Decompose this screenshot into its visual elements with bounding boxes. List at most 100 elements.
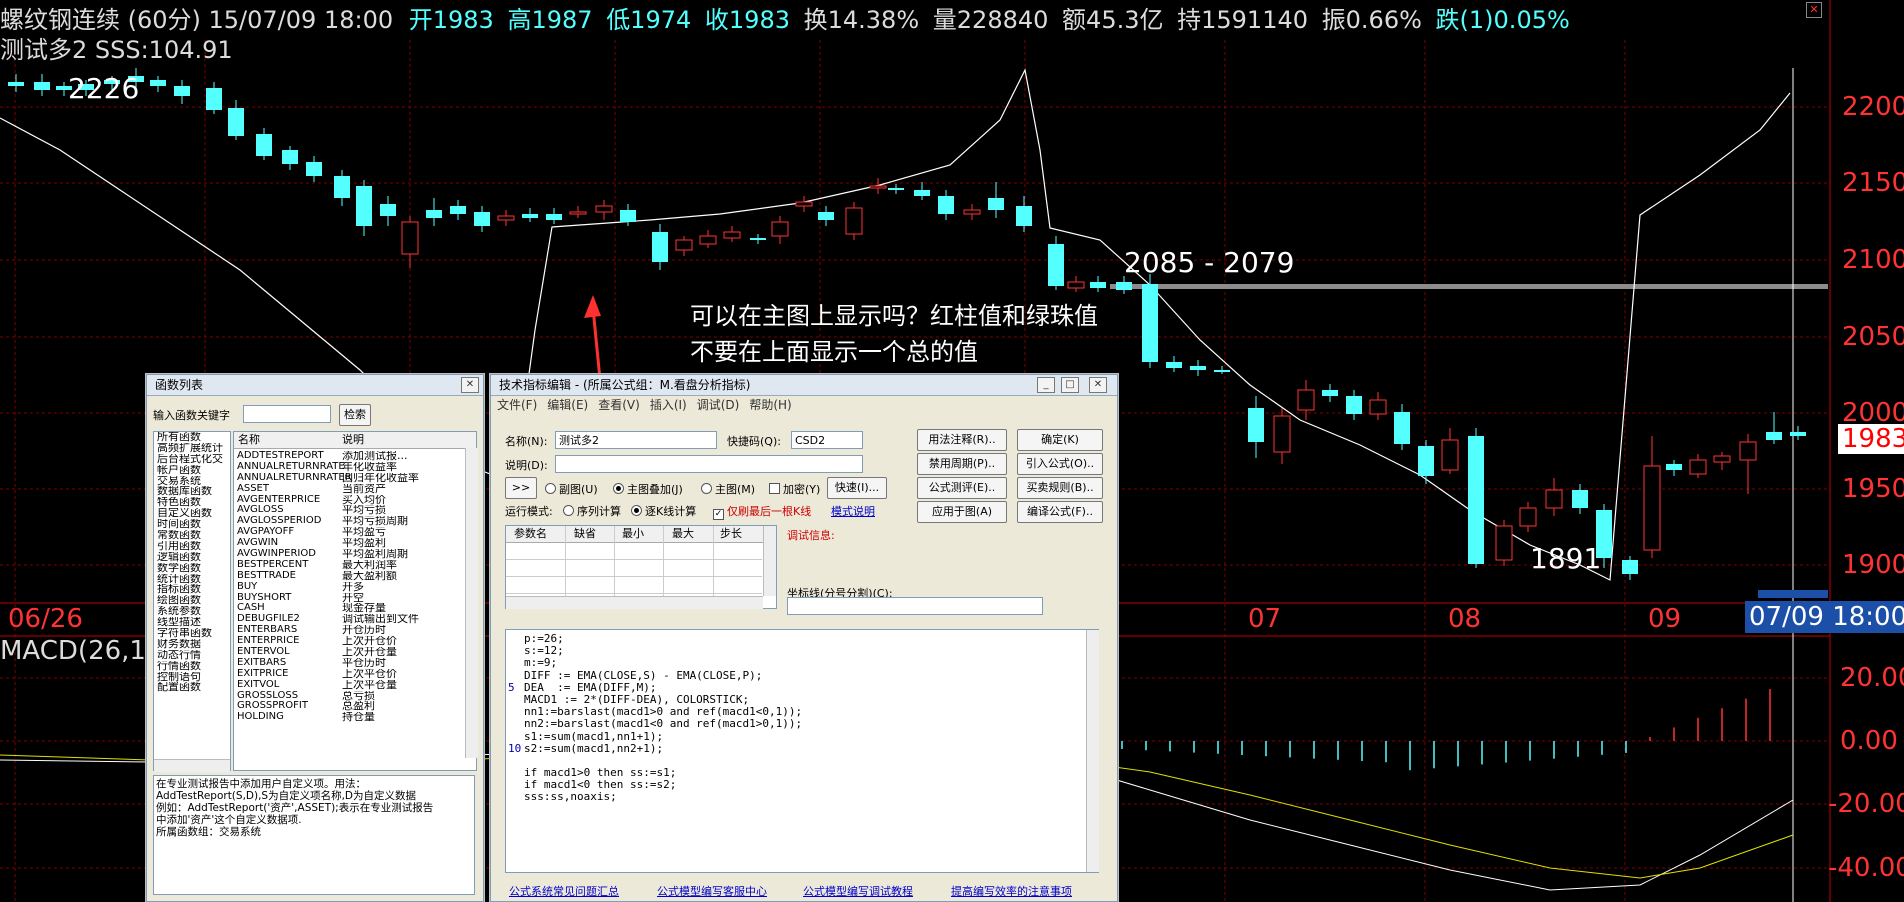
category-item[interactable]: 财务数据 bbox=[157, 639, 230, 650]
col-desc-header[interactable]: 说明 bbox=[342, 432, 364, 448]
function-row[interactable]: EXITVOL 上次平仓量 bbox=[234, 680, 476, 691]
category-item[interactable]: 动态行情 bbox=[157, 650, 230, 661]
function-row[interactable]: BESTTRADE 最大盈利额 bbox=[234, 571, 476, 582]
code-scrollbar[interactable] bbox=[1086, 630, 1099, 872]
search-input[interactable] bbox=[243, 405, 331, 423]
function-row[interactable]: BUYSHORT 开空 bbox=[234, 593, 476, 604]
menu-item[interactable]: 文件(F) bbox=[497, 398, 537, 412]
check-encrypt[interactable]: 加密(Y) bbox=[769, 481, 820, 497]
function-row[interactable]: ANNUALRETURNRATE 年化收益率 bbox=[234, 462, 476, 473]
shortcut-input[interactable]: CSD2 bbox=[791, 431, 863, 449]
disable-period-button[interactable]: 禁用周期(P).. bbox=[917, 453, 1007, 475]
category-item[interactable]: 配置函数 bbox=[157, 682, 230, 693]
category-item[interactable]: 时间函数 bbox=[157, 519, 230, 530]
category-scrollbar[interactable] bbox=[154, 759, 230, 772]
param-scrollbar[interactable] bbox=[763, 526, 776, 596]
category-item[interactable]: 字符串函数 bbox=[157, 628, 230, 639]
window-close-icon[interactable]: ✕ bbox=[1806, 2, 1822, 18]
menu-item[interactable]: 调试(D) bbox=[697, 398, 740, 412]
function-row[interactable]: ENTERPRICE 上次开仓价 bbox=[234, 636, 476, 647]
apply-button[interactable]: 应用于图(A) bbox=[917, 501, 1007, 523]
function-row[interactable]: ANNUALRETURNRATER 回归年化收益率 bbox=[234, 473, 476, 484]
category-item[interactable]: 特色函数 bbox=[157, 497, 230, 508]
function-row[interactable]: AVGWINPERIOD 平均盈利周期 bbox=[234, 549, 476, 560]
close-icon[interactable]: ✕ bbox=[1089, 377, 1107, 393]
category-item[interactable]: 常数函数 bbox=[157, 530, 230, 541]
compile-button[interactable]: 编译公式(F).. bbox=[1017, 501, 1103, 523]
maximize-icon[interactable]: □ bbox=[1061, 377, 1079, 393]
radio-seq[interactable]: 序列计算 bbox=[563, 503, 621, 519]
menu-item[interactable]: 编辑(E) bbox=[547, 398, 588, 412]
function-row[interactable]: GROSSLOSS 总亏损 bbox=[234, 691, 476, 702]
radio-main[interactable]: 主图(M) bbox=[701, 481, 755, 497]
col-name-header[interactable]: 名称 bbox=[238, 432, 260, 448]
trade-rules-button[interactable]: 买卖规则(B).. bbox=[1017, 477, 1103, 499]
function-desc: 年化收益率 bbox=[342, 461, 397, 473]
function-table[interactable]: 名称 说明 ADDTESTREPORT 添加测试报... ANNUALRETURNR… bbox=[233, 431, 477, 771]
minimize-icon[interactable]: _ bbox=[1037, 377, 1055, 393]
function-row[interactable]: DEBUGFILE2 调试输出到文件 bbox=[234, 614, 476, 625]
coord-input[interactable] bbox=[787, 597, 1043, 615]
candle-body bbox=[1142, 284, 1158, 362]
more-button[interactable]: >> bbox=[505, 477, 537, 499]
support-link[interactable]: 公式模型编写客服中心 bbox=[657, 883, 767, 899]
category-item[interactable]: 自定义函数 bbox=[157, 508, 230, 519]
function-table-scrollbar[interactable] bbox=[465, 448, 478, 758]
function-row[interactable]: ENTERVOL 上次开仓量 bbox=[234, 647, 476, 658]
category-item[interactable]: 统计函数 bbox=[157, 574, 230, 585]
evaluate-button[interactable]: 公式测评(E).. bbox=[917, 477, 1007, 499]
category-item[interactable]: 帐户函数 bbox=[157, 465, 230, 476]
category-item[interactable]: 高频扩展统计 bbox=[157, 443, 230, 454]
menu-item[interactable]: 帮助(H) bbox=[749, 398, 791, 412]
category-list[interactable]: 所有函数 高频扩展统计 后台程式化交 帐户函数 交易系统 数据库函数 特色函数 自定义函数 时间… bbox=[153, 431, 231, 771]
category-item[interactable]: 控制语句 bbox=[157, 672, 230, 683]
category-item[interactable]: 所有函数 bbox=[157, 432, 230, 443]
menu-item[interactable]: 查看(V) bbox=[598, 398, 640, 412]
ok-button[interactable]: 确定(K) bbox=[1017, 429, 1103, 451]
search-button[interactable]: 检索 bbox=[339, 404, 371, 426]
function-row[interactable]: AVGLOSSPERIOD 平均亏损周期 bbox=[234, 516, 476, 527]
function-row[interactable]: ENTERBARS 开仓历时 bbox=[234, 625, 476, 636]
code-editor[interactable]: p:=26; s:=12; m:=9; DIFF := EMA(CLOSE,S) - … bbox=[505, 629, 1099, 873]
category-item[interactable]: 交易系统 bbox=[157, 476, 230, 487]
function-row[interactable]: GROSSPROFIT 总盈利 bbox=[234, 701, 476, 712]
function-row[interactable]: ADDTESTREPORT 添加测试报... bbox=[234, 451, 476, 462]
function-row[interactable]: EXITBARS 平仓历时 bbox=[234, 658, 476, 669]
menu-item[interactable]: 插入(I) bbox=[650, 398, 687, 412]
function-row[interactable]: BESTPERCENT 最大利润率 bbox=[234, 560, 476, 571]
function-row[interactable]: HOLDING 持仓量 bbox=[234, 712, 476, 723]
category-item[interactable]: 后台程式化交 bbox=[157, 454, 230, 465]
category-item[interactable]: 线型描述 bbox=[157, 617, 230, 628]
efficiency-link[interactable]: 提高编写效率的注意事项 bbox=[951, 883, 1072, 899]
import-formula-button[interactable]: 引入公式(O).. bbox=[1017, 453, 1103, 475]
radio-overlay[interactable]: 主图叠加(J) bbox=[613, 481, 683, 497]
category-item[interactable]: 指标函数 bbox=[157, 584, 230, 595]
function-row[interactable]: EXITPRICE 上次平仓价 bbox=[234, 669, 476, 680]
param-hscrollbar[interactable] bbox=[506, 596, 763, 609]
category-item[interactable]: 逻辑函数 bbox=[157, 552, 230, 563]
desc-input[interactable] bbox=[555, 455, 863, 473]
function-row[interactable]: BUY 开多 bbox=[234, 582, 476, 593]
category-item[interactable]: 行情函数 bbox=[157, 661, 230, 672]
quick-button[interactable]: 快速(I)... bbox=[827, 477, 887, 499]
function-row[interactable]: CASH 现金存量 bbox=[234, 603, 476, 614]
check-last[interactable]: ✓ 仅刷最后一根K线 bbox=[713, 503, 811, 520]
function-row[interactable]: AVGLOSS 平均亏损 bbox=[234, 505, 476, 516]
name-input[interactable]: 测试多2 bbox=[555, 431, 717, 449]
category-item[interactable]: 数学函数 bbox=[157, 563, 230, 574]
category-item[interactable]: 引用函数 bbox=[157, 541, 230, 552]
tutorial-link[interactable]: 公式模型编写调试教程 bbox=[803, 883, 913, 899]
category-item[interactable]: 绘图函数 bbox=[157, 595, 230, 606]
function-row[interactable]: AVGENTERPRICE 买入均价 bbox=[234, 495, 476, 506]
function-row[interactable]: AVGWIN 平均盈利 bbox=[234, 538, 476, 549]
close-icon[interactable]: ✕ bbox=[461, 377, 479, 393]
category-item[interactable]: 系统参数 bbox=[157, 606, 230, 617]
function-row[interactable]: AVGPAYOFF 平均盈亏 bbox=[234, 527, 476, 538]
usage-button[interactable]: 用法注释(R).. bbox=[917, 429, 1007, 451]
function-row[interactable]: ASSET 当前资产 bbox=[234, 484, 476, 495]
category-item[interactable]: 数据库函数 bbox=[157, 486, 230, 497]
radio-line[interactable]: 逐K线计算 bbox=[631, 503, 696, 519]
faq-link[interactable]: 公式系统常见问题汇总 bbox=[509, 883, 619, 899]
radio-sub[interactable]: 副图(U) bbox=[545, 481, 598, 497]
mode-help-link[interactable]: 模式说明 bbox=[831, 503, 875, 519]
